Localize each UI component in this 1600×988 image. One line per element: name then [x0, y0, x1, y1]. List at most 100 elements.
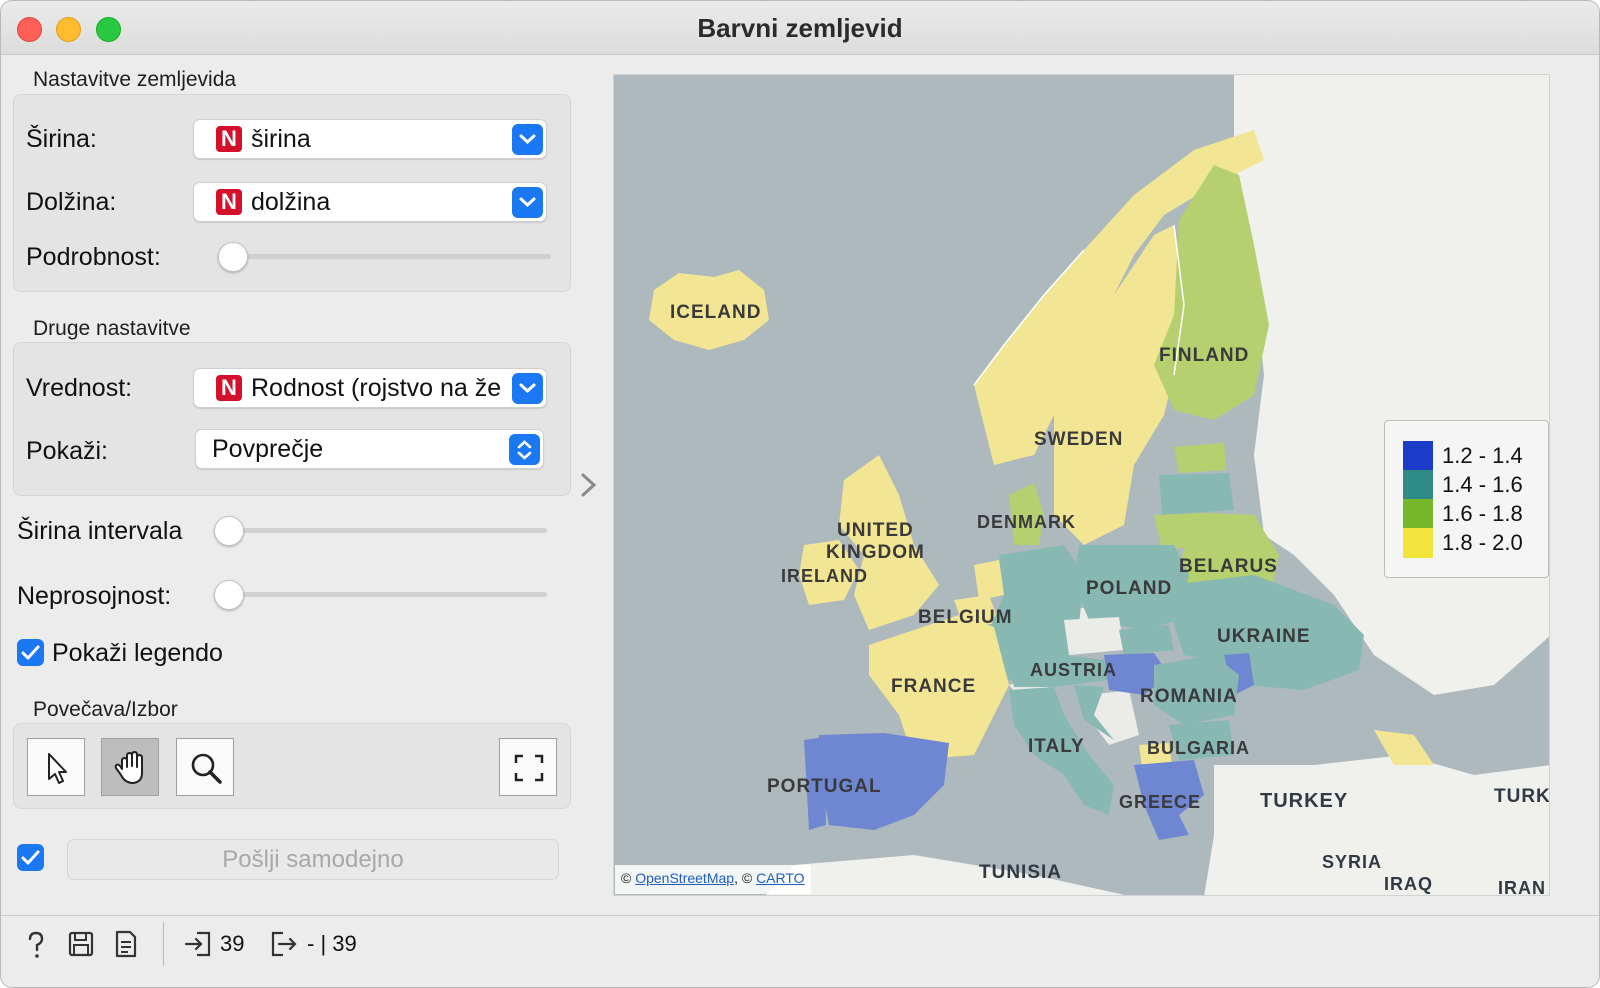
- slider-track: [214, 592, 547, 597]
- map-label-poland: POLAND: [1086, 578, 1173, 599]
- opacity-label: Neprosojnost:: [17, 582, 172, 610]
- select-tool-button[interactable]: [27, 738, 85, 796]
- longitude-label: Dolžina:: [26, 188, 117, 216]
- legend-swatch: [1403, 528, 1433, 558]
- auto-send-checkbox[interactable]: [17, 844, 44, 871]
- slider-track: [214, 528, 547, 533]
- map-label-italy: ITALY: [1028, 736, 1085, 757]
- chevron-down-icon[interactable]: [512, 124, 543, 155]
- legend-swatch: [1403, 470, 1433, 500]
- legend-label: 1.6 - 1.8: [1442, 501, 1523, 526]
- app-window: Barvni zemljevid Nastavitve zemljevida Š…: [0, 0, 1600, 988]
- show-label: Pokaži:: [26, 437, 108, 465]
- map-label-turkey: TURKEY: [1260, 790, 1349, 812]
- legend-swatch: [1403, 441, 1433, 471]
- other-settings-heading: Druge nastavitve: [33, 317, 191, 340]
- zoom-select-heading: Povečava/Izbor: [33, 698, 178, 721]
- output-count: - | 39: [307, 931, 357, 956]
- show-combo[interactable]: Povprečje: [195, 429, 544, 469]
- slider-knob[interactable]: [214, 580, 244, 610]
- map-label-romania: ROMANIA: [1140, 686, 1238, 707]
- window-title: Barvni zemljevid: [697, 13, 903, 43]
- map-attribution: © OpenStreetMap, © CARTO: [615, 865, 811, 894]
- input-count: 39: [220, 931, 245, 956]
- updown-chevron-icon[interactable]: [509, 434, 540, 465]
- value-combo[interactable]: N Rodnost (rojstvo na že: [193, 368, 547, 408]
- checkmark-icon: [21, 645, 40, 660]
- country-slovakia: [1119, 625, 1174, 655]
- send-automatically-button[interactable]: Pošlji samodejno: [67, 839, 559, 880]
- pan-tool-button[interactable]: [101, 738, 159, 796]
- longitude-value: dolžina: [251, 188, 331, 216]
- output-data-icon: [271, 931, 297, 957]
- attribution-prefix: ©: [621, 870, 632, 886]
- map-label-bulgaria: BULGARIA: [1147, 738, 1250, 758]
- latitude-combo[interactable]: N širina: [193, 119, 547, 159]
- detail-label: Podrobnost:: [26, 243, 161, 271]
- help-icon[interactable]: [23, 930, 49, 960]
- show-value: Povprečje: [212, 435, 324, 463]
- land-africa: [765, 855, 1125, 895]
- map-label-iran: IRAN: [1498, 878, 1546, 896]
- fit-view-button[interactable]: [499, 738, 557, 796]
- zoom-select-group: [13, 723, 571, 809]
- value-label: Vrednost:: [26, 374, 133, 402]
- bin-width-slider[interactable]: [214, 515, 547, 546]
- show-legend-checkbox[interactable]: [17, 639, 44, 666]
- map-label-belarus: BELARUS: [1179, 556, 1278, 577]
- opacity-slider[interactable]: [214, 579, 547, 610]
- chevron-down-icon[interactable]: [512, 187, 543, 218]
- chevron-down-icon[interactable]: [512, 373, 543, 404]
- numeric-var-icon: N: [216, 375, 242, 401]
- map-settings-heading: Nastavitve zemljevida: [33, 68, 237, 91]
- numeric-var-icon: N: [216, 126, 242, 152]
- map-label-belgium: BELGIUM: [918, 607, 1013, 628]
- legend-label: 1.8 - 2.0: [1442, 530, 1523, 555]
- status-divider: [163, 922, 164, 966]
- slider-knob[interactable]: [218, 242, 248, 272]
- checkmark-icon: [21, 850, 40, 865]
- map-label-iraq: IRAQ: [1384, 874, 1433, 894]
- legend-label: 1.2 - 1.4: [1442, 443, 1523, 468]
- map-label-turkmenistan: TURK: [1494, 786, 1550, 807]
- country-estonia: [1174, 443, 1226, 473]
- map-label-denmark: DENMARK: [977, 512, 1076, 532]
- country-netherlands: [974, 560, 1004, 600]
- map-label-uk-line2: KINGDOM: [826, 542, 925, 563]
- map-label-ukraine: UKRAINE: [1217, 626, 1311, 647]
- latitude-label: Širina:: [26, 125, 97, 153]
- map-label-iceland: ICELAND: [670, 302, 762, 323]
- country-czechia: [1064, 617, 1124, 655]
- latitude-value: širina: [251, 125, 311, 153]
- status-bar: 39 - | 39: [1, 915, 1599, 987]
- slider-knob[interactable]: [214, 516, 244, 546]
- numeric-var-icon: N: [216, 189, 242, 215]
- zoom-tool-button[interactable]: [176, 738, 234, 796]
- report-icon[interactable]: [114, 929, 138, 959]
- map-label-sweden: SWEDEN: [1034, 429, 1124, 450]
- save-icon[interactable]: [67, 930, 95, 958]
- longitude-combo[interactable]: N dolžina: [193, 182, 547, 222]
- title-bar: Barvni zemljevid: [1, 1, 1599, 55]
- input-data-icon: [184, 931, 211, 957]
- legend-label: 1.4 - 1.6: [1442, 472, 1523, 497]
- map-label-ireland: IRELAND: [781, 566, 868, 586]
- slider-track: [218, 254, 551, 259]
- country-latvia: [1159, 473, 1234, 515]
- map-label-tunisia: TUNISIA: [979, 862, 1062, 883]
- select-pointer-icon: [48, 753, 67, 784]
- other-settings-group: [13, 342, 571, 496]
- attribution-separator: , ©: [734, 870, 753, 886]
- openstreetmap-link[interactable]: OpenStreetMap: [635, 870, 734, 886]
- value-value: Rodnost (rojstvo na že: [251, 374, 502, 402]
- map-label-uk-line1: UNITED: [837, 520, 914, 541]
- map-label-greece: GREECE: [1119, 792, 1202, 812]
- detail-slider[interactable]: [218, 241, 551, 272]
- fit-fullscreen-icon: [514, 754, 544, 782]
- pan-hand-icon: [114, 751, 143, 784]
- bin-width-label: Širina intervala: [17, 517, 183, 545]
- collapse-panel-icon[interactable]: [579, 472, 599, 498]
- map-label-austria: AUSTRIA: [1030, 660, 1117, 680]
- carto-link[interactable]: CARTO: [756, 870, 805, 886]
- land-turkey: [1204, 755, 1549, 895]
